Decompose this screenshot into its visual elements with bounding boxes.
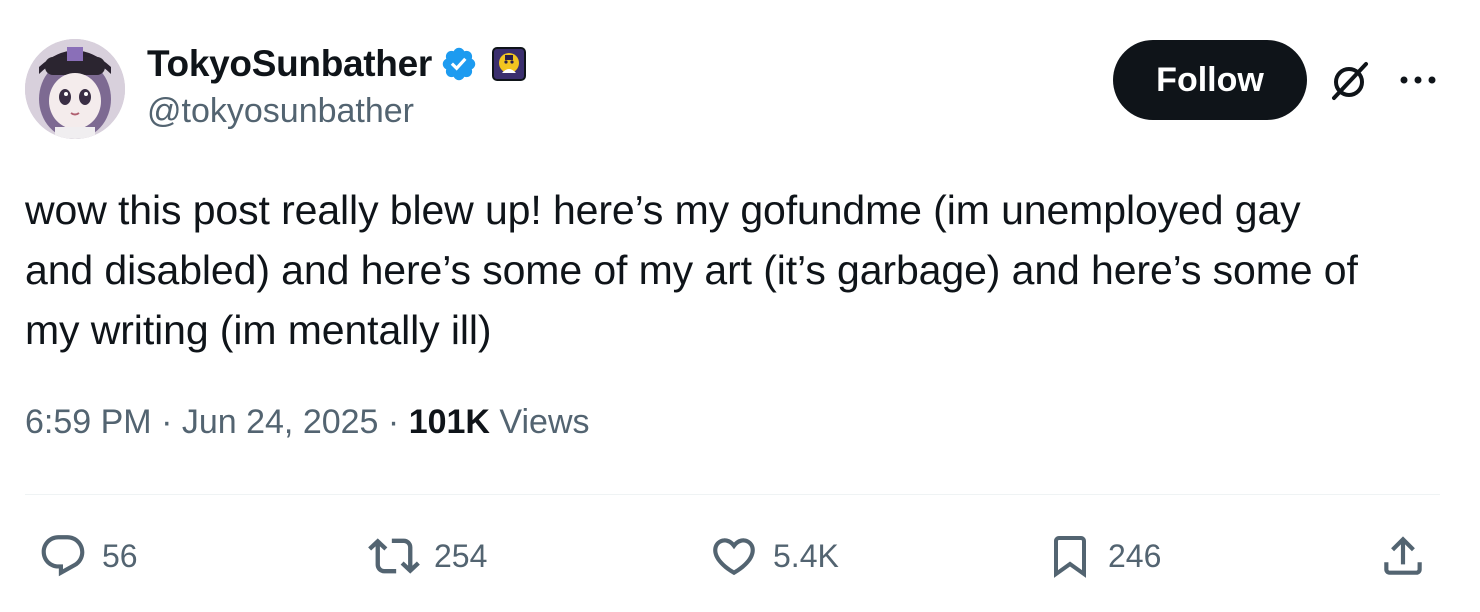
tweet-text-line: my writing (im mentally ill) <box>25 307 492 353</box>
meta-separator: · <box>151 403 182 441</box>
display-name[interactable]: TokyoSunbather <box>147 43 432 85</box>
views-count[interactable]: 101K <box>409 403 490 441</box>
retweet-count: 254 <box>434 537 488 574</box>
like-button[interactable]: 5.4K <box>709 530 839 582</box>
share-icon <box>1384 536 1422 575</box>
author-info: TokyoSunbather @tokyosunbather <box>147 40 526 131</box>
tweet-text: wow this post really blew up! here’s my … <box>25 180 1455 360</box>
meta-separator: · <box>378 403 409 441</box>
tweet-text-line: wow this post really blew up! here’s my … <box>25 187 1301 233</box>
affiliate-badge-icon[interactable] <box>491 47 526 81</box>
bookmark-button[interactable]: 246 <box>1046 530 1161 582</box>
reply-icon <box>41 535 85 577</box>
tweet-date[interactable]: Jun 24, 2025 <box>182 403 379 441</box>
name-row: TokyoSunbather <box>147 40 526 88</box>
like-icon <box>713 538 755 576</box>
tweet: TokyoSunbather @tokyosunbather Follow wo… <box>0 0 1480 612</box>
more-options-icon[interactable] <box>1396 62 1440 98</box>
share-button[interactable] <box>1378 530 1428 582</box>
tweet-meta: 6:59 PM · Jun 24, 2025 · 101K Views <box>25 403 590 442</box>
tweet-text-line: and disabled) and here’s some of my art … <box>25 247 1358 293</box>
like-count: 5.4K <box>773 537 839 574</box>
retweet-icon <box>368 538 420 574</box>
divider <box>25 494 1440 495</box>
views-label: Views <box>499 403 590 441</box>
tweet-time[interactable]: 6:59 PM <box>25 403 152 441</box>
retweet-button[interactable]: 254 <box>368 530 487 582</box>
bookmark-icon <box>1054 536 1086 578</box>
reply-count: 56 <box>102 537 138 574</box>
handle[interactable]: @tokyosunbather <box>147 92 526 131</box>
reply-button[interactable]: 56 <box>38 530 138 582</box>
follow-button[interactable]: Follow <box>1113 40 1307 120</box>
grok-icon[interactable] <box>1326 58 1372 104</box>
avatar[interactable] <box>25 39 125 139</box>
bookmark-count: 246 <box>1108 537 1162 574</box>
verified-badge-icon[interactable] <box>440 45 478 83</box>
